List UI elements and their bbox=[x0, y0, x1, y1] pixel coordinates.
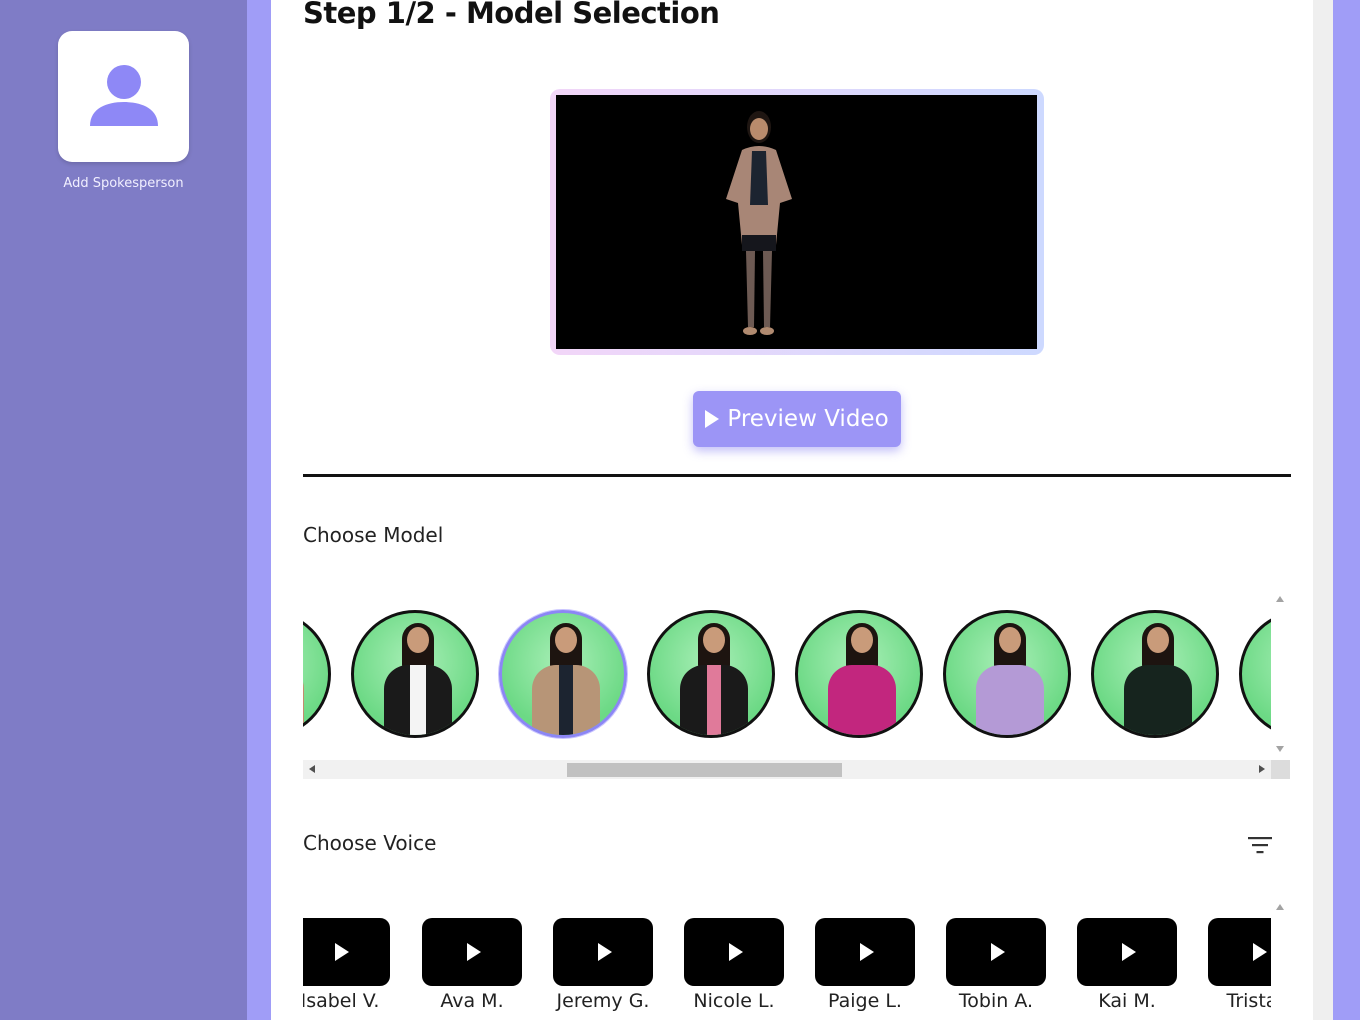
voice-play-button[interactable] bbox=[553, 918, 653, 986]
page-scrollbar-track[interactable] bbox=[1313, 0, 1333, 1020]
panel-border-left bbox=[247, 0, 271, 1020]
scroll-up-icon[interactable] bbox=[1276, 904, 1284, 910]
play-icon bbox=[860, 943, 874, 961]
voice-name: Ava M. bbox=[440, 990, 504, 1012]
play-icon bbox=[991, 943, 1005, 961]
voice-name: Nicole L. bbox=[693, 990, 775, 1012]
add-spokesperson-button[interactable] bbox=[58, 31, 189, 162]
scroll-right-icon[interactable] bbox=[1259, 765, 1265, 773]
video-frame bbox=[550, 89, 1044, 355]
voice-name: Isabel V. bbox=[303, 990, 380, 1012]
voice-vertical-scrollbar[interactable] bbox=[1271, 898, 1290, 1020]
voice-play-button[interactable] bbox=[946, 918, 1046, 986]
model-thumb[interactable] bbox=[1239, 610, 1271, 738]
play-icon bbox=[1122, 943, 1136, 961]
page-title: Step 1/2 - Model Selection bbox=[303, 0, 720, 30]
play-icon bbox=[1253, 943, 1267, 961]
filter-icon[interactable] bbox=[1247, 835, 1273, 855]
voice-play-button[interactable] bbox=[422, 918, 522, 986]
model-thumb[interactable] bbox=[303, 610, 331, 738]
scroll-down-icon[interactable] bbox=[1276, 746, 1284, 752]
voice-play-button[interactable] bbox=[1208, 918, 1271, 986]
model-thumb[interactable] bbox=[647, 610, 775, 738]
voice-item[interactable]: Nicole L. bbox=[679, 918, 789, 1012]
voice-item[interactable]: Tobin A. bbox=[941, 918, 1051, 1012]
voice-item[interactable]: Jeremy G. bbox=[548, 918, 658, 1012]
model-thumb-selected[interactable] bbox=[499, 610, 627, 738]
play-icon bbox=[729, 943, 743, 961]
model-carousel[interactable] bbox=[303, 590, 1271, 760]
voice-name: Paige L. bbox=[828, 990, 902, 1012]
preview-video-label: Preview Video bbox=[727, 406, 889, 432]
main-panel: Step 1/2 - Model Selection Preview Video… bbox=[271, 0, 1313, 1020]
scroll-left-icon[interactable] bbox=[309, 765, 315, 773]
model-thumb[interactable] bbox=[795, 610, 923, 738]
voice-item[interactable]: Ava M. bbox=[417, 918, 527, 1012]
preview-video-button[interactable]: Preview Video bbox=[693, 391, 901, 447]
voice-play-button[interactable] bbox=[303, 918, 390, 986]
choose-model-label: Choose Model bbox=[303, 523, 444, 547]
model-thumb[interactable] bbox=[1091, 610, 1219, 738]
play-icon bbox=[598, 943, 612, 961]
scrollbar-thumb[interactable] bbox=[567, 763, 842, 777]
voice-name: Tobin A. bbox=[958, 990, 1034, 1012]
model-vertical-scrollbar[interactable] bbox=[1271, 590, 1290, 760]
video-player[interactable] bbox=[556, 95, 1037, 349]
voice-play-button[interactable] bbox=[684, 918, 784, 986]
voice-item[interactable]: Paige L. bbox=[810, 918, 920, 1012]
model-horizontal-scrollbar[interactable] bbox=[303, 760, 1271, 779]
voice-name: Tristan bbox=[1226, 990, 1271, 1012]
voice-item[interactable]: Isabel V. bbox=[303, 918, 395, 1012]
voice-name: Kai M. bbox=[1098, 990, 1156, 1012]
voice-play-button[interactable] bbox=[815, 918, 915, 986]
model-thumb[interactable] bbox=[943, 610, 1071, 738]
scrollbar-corner bbox=[1271, 760, 1290, 779]
voice-item[interactable]: Kai M. bbox=[1072, 918, 1182, 1012]
voice-play-button[interactable] bbox=[1077, 918, 1177, 986]
scroll-up-icon[interactable] bbox=[1276, 596, 1284, 602]
model-thumb[interactable] bbox=[351, 610, 479, 738]
voice-item[interactable]: Tristan bbox=[1203, 918, 1271, 1012]
voice-name: Jeremy G. bbox=[556, 990, 650, 1012]
sidebar: Add Spokesperson bbox=[0, 0, 247, 1020]
voice-carousel[interactable]: Isabel V. Ava M. Jeremy G. Nicole L. Pai… bbox=[303, 898, 1271, 1020]
add-spokesperson-label: Add Spokesperson bbox=[63, 176, 184, 191]
spokesperson-figure bbox=[726, 111, 792, 335]
divider bbox=[303, 474, 1291, 477]
choose-voice-label: Choose Voice bbox=[303, 831, 437, 855]
person-icon bbox=[89, 64, 158, 126]
play-icon bbox=[467, 943, 481, 961]
play-icon bbox=[335, 943, 349, 961]
panel-border-right bbox=[1333, 0, 1360, 1020]
play-icon bbox=[705, 410, 720, 428]
